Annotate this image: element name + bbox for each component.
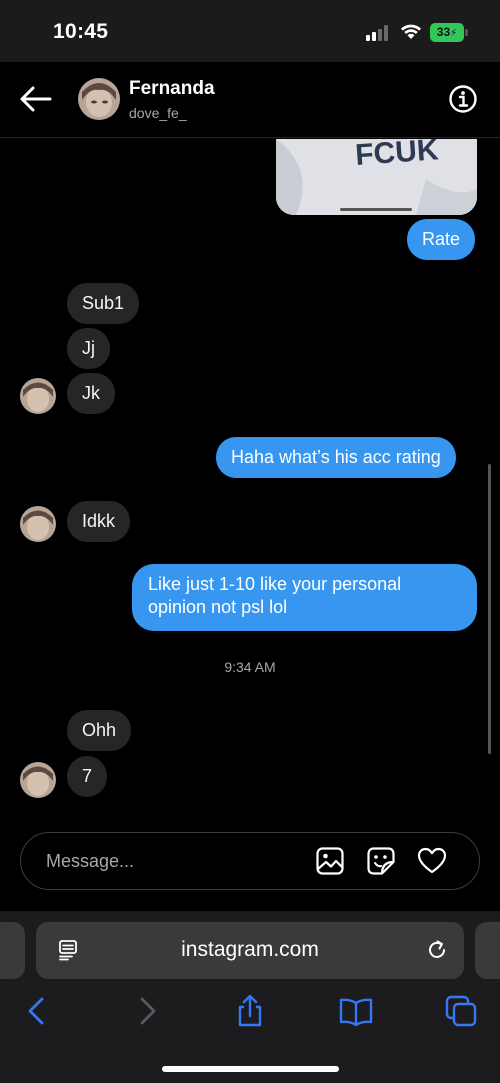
message-composer — [20, 832, 480, 890]
bookmarks-icon[interactable] — [339, 994, 373, 1028]
info-icon[interactable] — [448, 84, 478, 114]
previous-tab-preview[interactable] — [0, 922, 25, 979]
tabs-icon[interactable] — [444, 994, 478, 1028]
message-bubble[interactable]: Jk — [67, 373, 115, 414]
back-chevron-icon[interactable] — [21, 994, 55, 1028]
avatar[interactable] — [20, 506, 56, 542]
contact-username[interactable]: dove_fe_ — [129, 105, 187, 121]
message-input[interactable] — [46, 833, 306, 889]
share-icon[interactable] — [233, 994, 267, 1028]
status-time: 10:45 — [53, 20, 109, 43]
forward-chevron-icon[interactable] — [129, 994, 163, 1028]
message-bubble[interactable]: Sub1 — [67, 283, 140, 324]
wifi-icon — [401, 24, 421, 39]
message-thread[interactable]: FCUK Rate Sub1 Jj Jk Haha what’s his acc… — [0, 139, 500, 911]
sticker-icon[interactable] — [366, 846, 396, 876]
message-timestamp: 9:34 AM — [224, 659, 276, 675]
shirt-print-text: FCUK — [354, 139, 440, 172]
cellular-signal-icon — [366, 25, 392, 41]
avatar[interactable] — [78, 78, 120, 120]
back-arrow-icon[interactable] — [18, 84, 54, 114]
status-bar: 10:45 33⚡ — [0, 0, 500, 62]
message-bubble[interactable]: Ohh — [67, 710, 132, 751]
message-bubble[interactable]: Like just 1-10 like your personal opinio… — [132, 564, 477, 631]
shared-photo[interactable]: FCUK — [276, 139, 477, 215]
next-tab-preview[interactable] — [475, 922, 500, 979]
avatar[interactable] — [20, 762, 56, 798]
chat-header: Fernanda dove_fe_ — [0, 62, 500, 138]
contact-name[interactable]: Fernanda — [129, 78, 215, 100]
battery-charging-icon: 33⚡ — [430, 23, 464, 42]
message-line: Like just 1-10 like your personal — [148, 574, 402, 594]
browser-toolbar: instagram.com — [0, 911, 500, 1083]
scrollbar[interactable] — [488, 464, 491, 754]
reload-icon[interactable] — [425, 938, 449, 962]
message-bubble[interactable]: 7 — [67, 756, 108, 797]
gallery-icon[interactable] — [315, 846, 345, 876]
home-indicator — [162, 1066, 339, 1072]
avatar[interactable] — [20, 378, 56, 414]
message-line: opinion not psl lol — [148, 597, 288, 617]
url-text[interactable]: instagram.com — [36, 938, 464, 962]
address-bar[interactable]: instagram.com — [36, 922, 464, 979]
message-bubble[interactable]: Haha what’s his acc rating — [216, 437, 456, 478]
message-bubble[interactable]: Jj — [67, 328, 110, 369]
message-bubble[interactable]: Rate — [407, 219, 476, 260]
heart-icon[interactable] — [417, 846, 447, 876]
battery-cap — [465, 29, 468, 36]
message-bubble[interactable]: Idkk — [67, 501, 131, 542]
battery-level: 33 — [436, 25, 451, 39]
